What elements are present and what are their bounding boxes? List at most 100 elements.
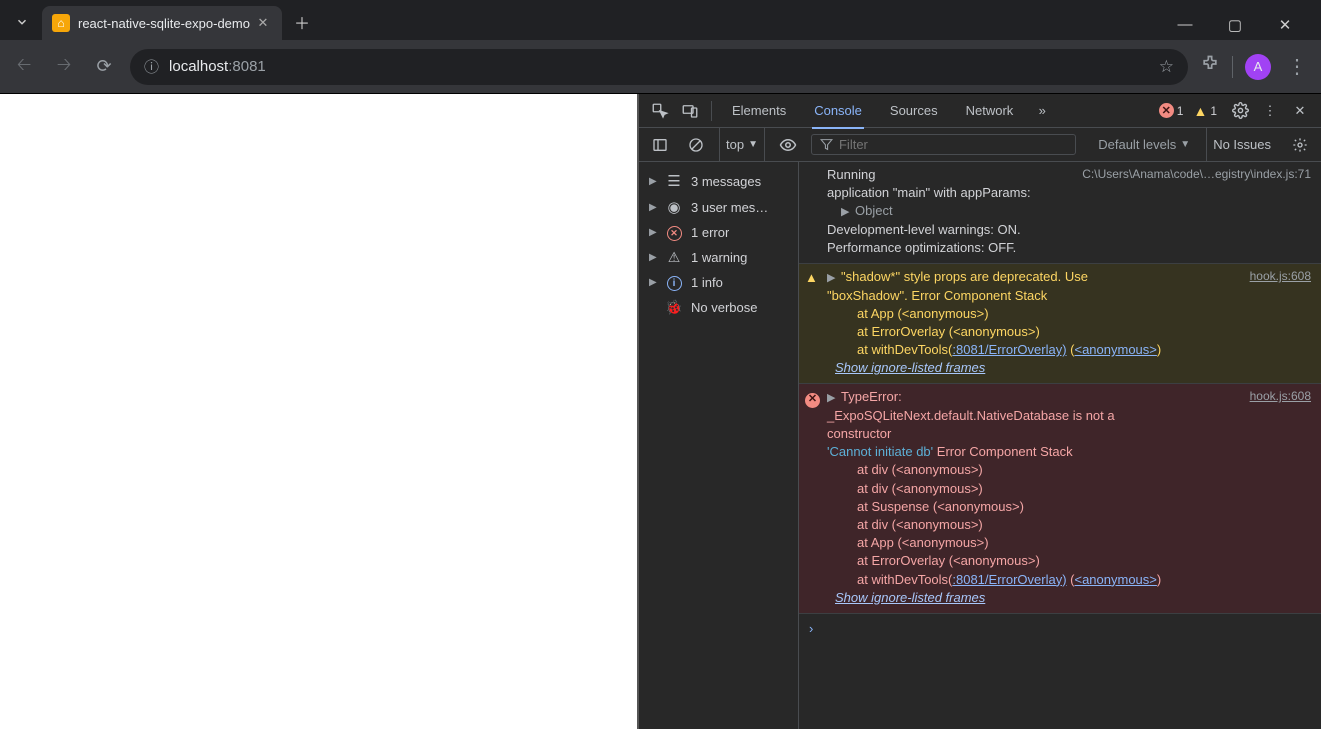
tab-console[interactable]: Console — [802, 94, 874, 128]
show-ignored-frames-link[interactable]: Show ignore-listed frames — [827, 589, 1311, 607]
page-viewport[interactable] — [0, 94, 637, 729]
window-controls: — ▢ ✕ — [1171, 16, 1313, 34]
list-icon: ☰ — [665, 172, 683, 190]
message-source[interactable]: hook.js:608 — [1250, 268, 1311, 285]
log-text: Development-level warnings: ON. — [827, 222, 1021, 237]
tab-title: react-native-sqlite-expo-demo — [78, 16, 254, 31]
tab-elements[interactable]: Elements — [720, 94, 798, 128]
sidebar-messages[interactable]: ▶☰3 messages — [639, 168, 798, 194]
address-bar[interactable]: ⓘ localhost:8081 ☆ — [130, 49, 1188, 85]
stack-frame: at ErrorOverlay (<anonymous>) — [827, 323, 1311, 341]
message-source[interactable]: C:\Users\Anama\code\…egistry\index.js:71 — [1082, 166, 1311, 183]
stack-frame: at withDevTools(:8081/ErrorOverlay) (<an… — [827, 571, 1311, 589]
devtools-menu-button[interactable]: ⋮ — [1257, 98, 1283, 124]
console-prompt[interactable]: › — [799, 614, 1321, 644]
console-body: ▶☰3 messages ▶◉3 user mes… ▶✕1 error ▶⚠1… — [639, 162, 1321, 729]
warning-icon: ▲ — [1193, 103, 1207, 119]
user-icon: ◉ — [665, 198, 683, 216]
browser-menu-button[interactable]: ⋮ — [1283, 54, 1311, 79]
sidebar-errors[interactable]: ▶✕1 error — [639, 220, 798, 245]
browser-tab[interactable]: ⌂ react-native-sqlite-expo-demo ✕ — [42, 6, 282, 40]
source-link[interactable]: <anonymous> — [1074, 572, 1156, 587]
error-text: constructor — [827, 425, 1311, 443]
forward-button[interactable]: 🡢 — [50, 53, 78, 81]
back-button[interactable]: 🡠 — [10, 53, 38, 81]
log-levels-selector[interactable]: Default levels ▼ — [1092, 137, 1196, 152]
console-error-entry[interactable]: ✕ hook.js:608 ▶TypeError: _ExpoSQLiteNex… — [799, 384, 1321, 613]
console-settings-button[interactable] — [1287, 132, 1313, 158]
toolbar-divider — [1232, 56, 1233, 78]
warning-icon: ▲ — [805, 269, 818, 287]
devtools-close-button[interactable]: ✕ — [1287, 98, 1313, 124]
error-icon: ✕ — [805, 389, 820, 407]
error-text: _ExpoSQLiteNext.default.NativeDatabase i… — [827, 407, 1311, 425]
source-link[interactable]: :8081/ErrorOverlay) — [952, 342, 1066, 357]
info-icon: i — [665, 274, 683, 291]
log-text: Performance optimizations: OFF. — [827, 240, 1016, 255]
tab-close-button[interactable]: ✕ — [254, 14, 272, 32]
url-text: localhost:8081 — [169, 58, 266, 75]
expand-icon[interactable]: ▶ — [827, 271, 837, 286]
search-tabs-button[interactable] — [8, 8, 36, 36]
console-filter[interactable] — [811, 134, 1076, 155]
main-area: Elements Console Sources Network » ✕1 ▲1… — [0, 94, 1321, 729]
stack-label: Error Component Stack — [937, 444, 1073, 459]
console-filter-input[interactable] — [839, 137, 1067, 152]
minimize-button[interactable]: — — [1171, 16, 1199, 34]
bug-icon: 🐞 — [665, 299, 683, 316]
stack-frame: at div (<anonymous>) — [827, 516, 1311, 534]
error-badge[interactable]: ✕1 — [1159, 103, 1190, 118]
source-link[interactable]: :8081/ErrorOverlay) — [952, 572, 1066, 587]
stack-label: Error Component Stack — [911, 288, 1047, 303]
error-icon: ✕ — [1159, 103, 1174, 118]
inspect-element-button[interactable] — [647, 98, 673, 124]
sidebar-no-verbose[interactable]: ▶🐞No verbose — [639, 295, 798, 320]
warning-text: "shadow*" style props are deprecated. Us… — [841, 269, 1088, 284]
devtools-settings-button[interactable] — [1227, 98, 1253, 124]
console-messages[interactable]: C:\Users\Anama\code\…egistry\index.js:71… — [799, 162, 1321, 729]
object-label[interactable]: Object — [855, 203, 893, 218]
expand-icon[interactable]: ▶ — [827, 391, 837, 406]
sidebar-warnings[interactable]: ▶⚠1 warning — [639, 245, 798, 270]
maximize-button[interactable]: ▢ — [1221, 16, 1249, 34]
stack-frame: at withDevTools(:8081/ErrorOverlay) (<an… — [827, 341, 1311, 359]
extensions-button[interactable] — [1200, 54, 1220, 79]
stack-frame: at Suspense (<anonymous>) — [827, 498, 1311, 516]
bookmark-star-icon[interactable]: ☆ — [1159, 57, 1174, 77]
live-expression-button[interactable] — [775, 132, 801, 158]
reload-button[interactable]: ⟳ — [90, 53, 118, 81]
tab-network[interactable]: Network — [954, 94, 1026, 128]
expand-object-icon[interactable]: ▶ — [841, 205, 851, 220]
more-tabs-button[interactable]: » — [1029, 98, 1055, 124]
profile-avatar[interactable]: A — [1245, 54, 1271, 80]
tab-favicon: ⌂ — [52, 14, 70, 32]
issues-button[interactable]: No Issues — [1206, 128, 1277, 161]
error-literal: 'Cannot initiate db' — [827, 444, 933, 459]
console-warning-entry[interactable]: ▲ hook.js:608 ▶ "shadow*" style props are… — [799, 264, 1321, 384]
error-icon: ✕ — [665, 224, 683, 241]
tab-sources[interactable]: Sources — [878, 94, 950, 128]
stack-frame: at App (<anonymous>) — [827, 534, 1311, 552]
source-link[interactable]: <anonymous> — [1074, 342, 1156, 357]
console-sidebar-toggle[interactable] — [647, 132, 673, 158]
sidebar-info[interactable]: ▶i1 info — [639, 270, 798, 295]
message-source[interactable]: hook.js:608 — [1250, 388, 1311, 405]
site-info-icon[interactable]: ⓘ — [144, 56, 159, 77]
console-log-entry[interactable]: C:\Users\Anama\code\…egistry\index.js:71… — [799, 162, 1321, 264]
show-ignored-frames-link[interactable]: Show ignore-listed frames — [827, 359, 1311, 377]
browser-tab-strip: ⌂ react-native-sqlite-expo-demo ✕ ＋ — ▢ … — [0, 0, 1321, 40]
close-window-button[interactable]: ✕ — [1271, 16, 1299, 34]
log-text: Running — [827, 167, 875, 182]
new-tab-button[interactable]: ＋ — [288, 8, 316, 36]
stack-frame: at div (<anonymous>) — [827, 480, 1311, 498]
clear-console-button[interactable] — [683, 132, 709, 158]
sidebar-user-messages[interactable]: ▶◉3 user mes… — [639, 194, 798, 220]
context-selector[interactable]: top ▼ — [719, 128, 765, 161]
log-text: application "main" with appParams: — [827, 185, 1031, 200]
warning-badge[interactable]: ▲1 — [1193, 103, 1223, 119]
stack-frame: at ErrorOverlay (<anonymous>) — [827, 552, 1311, 570]
warning-text: "boxShadow". — [827, 288, 908, 303]
console-sidebar: ▶☰3 messages ▶◉3 user mes… ▶✕1 error ▶⚠1… — [639, 162, 799, 729]
device-toolbar-button[interactable] — [677, 98, 703, 124]
devtools-divider — [711, 101, 712, 121]
